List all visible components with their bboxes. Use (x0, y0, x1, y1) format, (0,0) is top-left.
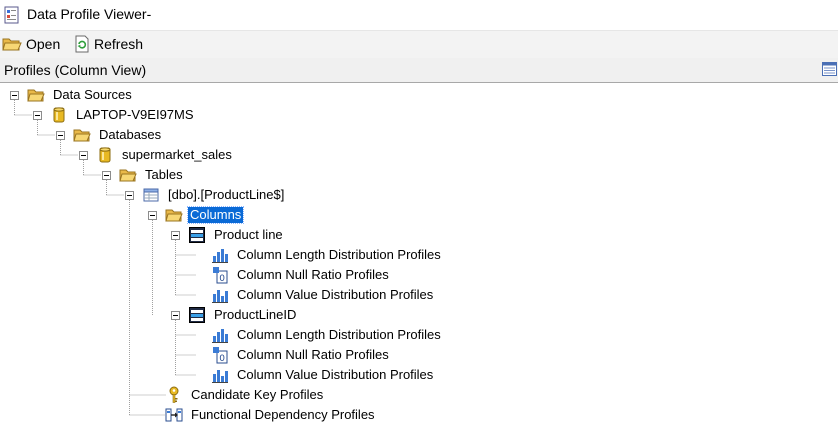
collapse-toggle-server[interactable] (33, 111, 42, 120)
value-distribution-chart-icon (212, 370, 228, 383)
profiles-panel-header: Profiles (Column View) (0, 58, 838, 83)
functional-dependency-icon (165, 408, 183, 422)
column-icon (189, 307, 205, 323)
window-title: Data Profile Viewer- (27, 6, 152, 22)
data-profile-viewer-icon (4, 6, 19, 24)
refresh-button-label: Refresh (94, 36, 144, 52)
tree-node-col1-length-profile[interactable]: Column Length Distribution Profiles (235, 247, 443, 263)
key-icon (169, 386, 179, 403)
open-button[interactable]: Open (2, 34, 60, 54)
tree-node-databases[interactable]: Databases (97, 127, 163, 143)
collapse-toggle-column-productlineid[interactable] (171, 311, 180, 320)
tree-node-data-sources[interactable]: Data Sources (51, 87, 134, 103)
length-distribution-chart-icon (212, 329, 228, 343)
tree-node-columns[interactable]: Columns (186, 206, 245, 224)
tree-node-table[interactable]: [dbo].[ProductLine$] (166, 187, 286, 203)
table-icon (143, 188, 159, 202)
tree-node-tables[interactable]: Tables (143, 167, 185, 183)
toolbar: Open Refresh (0, 30, 838, 59)
title-bar: Data Profile Viewer- (0, 0, 838, 30)
tree-node-database[interactable]: supermarket_sales (120, 147, 234, 163)
collapse-toggle-databases[interactable] (56, 131, 65, 140)
tree-node-col2-length-profile[interactable]: Column Length Distribution Profiles (235, 327, 443, 343)
length-distribution-chart-icon (212, 249, 228, 263)
collapse-toggle-database[interactable] (79, 151, 88, 160)
value-distribution-chart-icon (212, 290, 228, 303)
tree-node-col1-value-profile[interactable]: Column Value Distribution Profiles (235, 287, 435, 303)
collapse-toggle-tables[interactable] (102, 171, 111, 180)
column-icon (189, 227, 205, 243)
refresh-button[interactable]: Refresh (74, 34, 143, 54)
folder-open-icon (73, 129, 91, 142)
refresh-icon (75, 35, 89, 53)
svg-text:0: 0 (219, 354, 225, 364)
open-folder-icon (2, 38, 22, 51)
tree-node-col1-null-ratio-profile[interactable]: Column Null Ratio Profiles (235, 267, 391, 283)
collapse-toggle-columns[interactable] (148, 211, 157, 220)
folder-open-icon (165, 209, 183, 222)
svg-text:0: 0 (219, 274, 225, 284)
profile-tree: Data Sources LAPTOP-V9EI97MS Databases s… (0, 83, 838, 430)
tree-node-functional-dependency-profiles[interactable]: Functional Dependency Profiles (189, 407, 377, 423)
null-ratio-icon: 0 (213, 347, 228, 364)
folder-open-icon (27, 89, 45, 102)
tree-node-col2-value-profile[interactable]: Column Value Distribution Profiles (235, 367, 435, 383)
tree-node-col2-null-ratio-profile[interactable]: Column Null Ratio Profiles (235, 347, 391, 363)
tree-node-candidate-key-profiles[interactable]: Candidate Key Profiles (189, 387, 325, 403)
collapse-toggle-column-product-line[interactable] (171, 231, 180, 240)
panel-title: Profiles (Column View) (4, 62, 147, 78)
tree-node-column-productlineid[interactable]: ProductLineID (212, 307, 298, 323)
collapse-toggle-data-sources[interactable] (10, 91, 19, 100)
collapse-toggle-table[interactable] (125, 191, 134, 200)
database-server-icon (53, 107, 65, 123)
tree-node-server[interactable]: LAPTOP-V9EI97MS (74, 107, 196, 123)
open-button-label: Open (26, 36, 61, 52)
tree-node-column-product-line[interactable]: Product line (212, 227, 285, 243)
null-ratio-icon: 0 (213, 267, 228, 284)
view-options-icon[interactable] (822, 62, 837, 76)
folder-open-icon (119, 169, 137, 182)
database-icon (99, 147, 111, 163)
